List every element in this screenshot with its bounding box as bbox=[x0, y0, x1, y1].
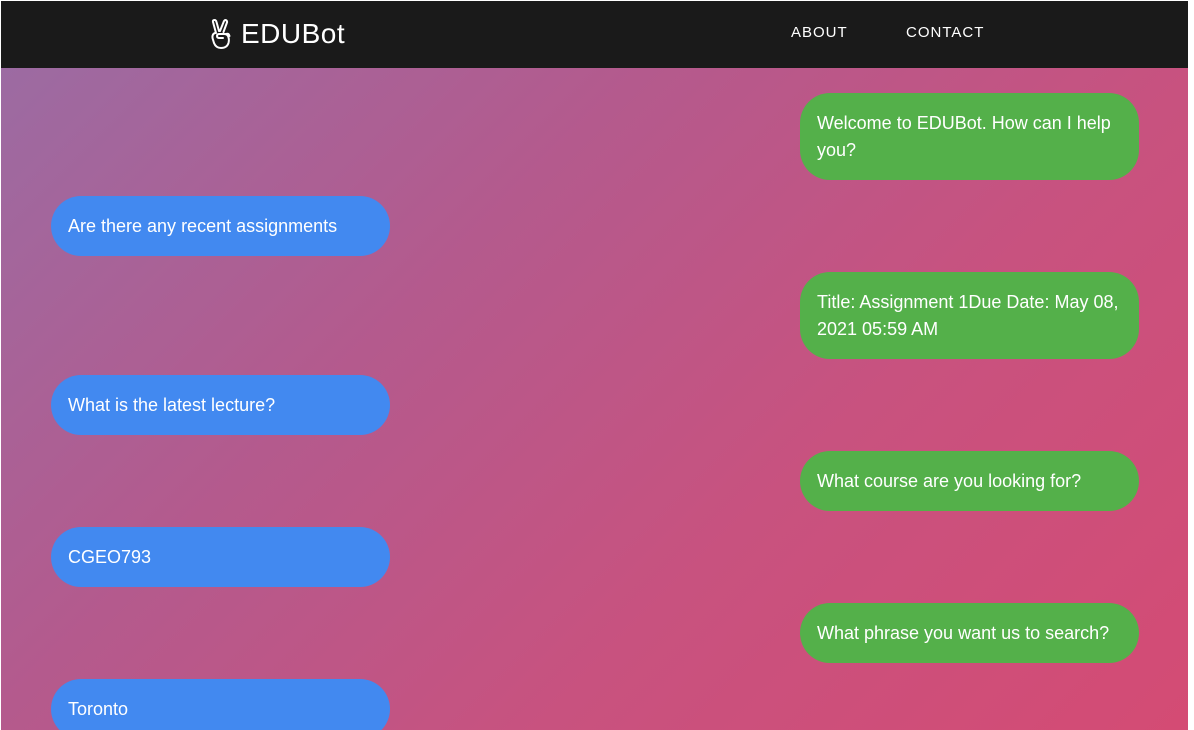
peace-hand-icon bbox=[209, 18, 233, 50]
bot-message: Welcome to EDUBot. How can I help you? bbox=[800, 93, 1139, 180]
bot-message: What course are you looking for? bbox=[800, 451, 1139, 511]
user-message: What is the latest lecture? bbox=[51, 375, 390, 435]
nav-link-about[interactable]: ABOUT bbox=[791, 24, 848, 41]
user-message: CGEO793 bbox=[51, 527, 390, 587]
chat-area[interactable]: Welcome to EDUBot. How can I help you? A… bbox=[1, 68, 1188, 730]
bot-message: What phrase you want us to search? bbox=[800, 603, 1139, 663]
brand-logo[interactable]: EDUBot bbox=[209, 16, 345, 52]
navbar: EDUBot ABOUT CONTACT bbox=[1, 1, 1188, 68]
user-message: Toronto bbox=[51, 679, 390, 730]
bot-message: Title: Assignment 1Due Date: May 08, 202… bbox=[800, 272, 1139, 359]
nav-link-contact[interactable]: CONTACT bbox=[906, 24, 984, 41]
brand-name: EDUBot bbox=[241, 18, 346, 49]
user-message: Are there any recent assignments bbox=[51, 196, 390, 256]
